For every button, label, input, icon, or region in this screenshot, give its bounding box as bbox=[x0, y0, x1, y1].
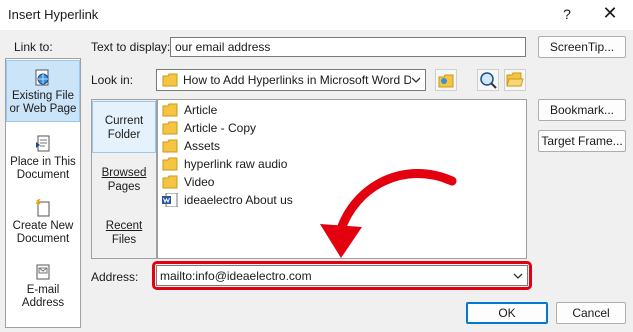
tab-recent-files[interactable]: Recent Files bbox=[92, 219, 156, 249]
text-to-display-label: Text to display: bbox=[91, 40, 171, 54]
file-name: Assets bbox=[184, 139, 221, 153]
help-button[interactable]: ? bbox=[552, 2, 582, 26]
tab-label-line1: Current bbox=[104, 115, 144, 127]
email-icon bbox=[36, 264, 50, 280]
close-button[interactable]: ✕ bbox=[595, 2, 625, 26]
link-to-item-line2: Address bbox=[21, 297, 65, 309]
folder-icon bbox=[162, 121, 178, 135]
look-in-label: Look in: bbox=[91, 73, 134, 87]
link-to-item-line1: Create New bbox=[12, 220, 74, 232]
dialog-title: Insert Hyperlink bbox=[8, 7, 99, 22]
new-document-icon bbox=[36, 199, 50, 217]
tab-label-line2: Files bbox=[111, 234, 137, 246]
link-to-panel: Existing File or Web Page Place in This … bbox=[5, 58, 81, 328]
folder-icon bbox=[162, 73, 178, 87]
file-name: Video bbox=[184, 175, 215, 189]
folder-icon bbox=[162, 157, 178, 171]
link-to-existing-file[interactable]: Existing File or Web Page bbox=[6, 60, 80, 122]
link-to-item-line2: or Web Page bbox=[9, 103, 77, 115]
link-to-item-line1: Place in This bbox=[10, 156, 76, 168]
link-to-item-line2: Document bbox=[16, 233, 70, 245]
look-in-value: How to Add Hyperlinks in Microsoft Word … bbox=[183, 73, 411, 87]
folder-icon bbox=[162, 139, 178, 153]
browse-web-button[interactable] bbox=[435, 69, 457, 91]
tab-label-line1: Browsed bbox=[101, 167, 147, 179]
link-to-item-line2: Document bbox=[16, 169, 70, 181]
link-to-item-line1: E-mail bbox=[26, 284, 60, 296]
file-name: Article bbox=[184, 103, 218, 117]
look-in-dropdown[interactable]: How to Add Hyperlinks in Microsoft Word … bbox=[156, 69, 426, 91]
bookmark-button[interactable]: Bookmark... bbox=[538, 99, 626, 121]
file-list[interactable]: Article Article - Copy Assets hyperlink … bbox=[157, 99, 527, 259]
word-document-icon bbox=[162, 193, 178, 207]
cancel-button[interactable]: Cancel bbox=[556, 302, 626, 324]
address-highlight-box bbox=[152, 261, 532, 290]
globe-page-icon bbox=[35, 69, 49, 86]
link-to-create-new-document[interactable]: Create New Document bbox=[6, 199, 80, 255]
search-globe-icon bbox=[480, 72, 497, 89]
tab-label-line1: Recent bbox=[105, 220, 143, 232]
open-folder-icon bbox=[506, 72, 524, 87]
chevron-down-icon bbox=[411, 77, 421, 83]
web-folder-icon bbox=[438, 74, 454, 88]
document-place-icon bbox=[36, 135, 50, 152]
folder-icon bbox=[162, 175, 178, 189]
browse-tabs: Current Folder Browsed Pages Recent File… bbox=[91, 99, 157, 259]
link-to-label: Link to: bbox=[14, 40, 53, 54]
tab-current-folder[interactable]: Current Folder bbox=[92, 101, 156, 153]
address-label: Address: bbox=[91, 270, 139, 284]
file-name: ideaelectro About us bbox=[184, 193, 293, 207]
link-to-item-line1: Existing File bbox=[12, 90, 74, 102]
ok-button[interactable]: OK bbox=[466, 302, 548, 324]
insert-hyperlink-dialog: Insert Hyperlink ? ✕ Link to: Existing F… bbox=[0, 0, 633, 332]
browse-the-web-button[interactable] bbox=[477, 69, 499, 91]
title-bar: Insert Hyperlink ? ✕ bbox=[0, 0, 633, 30]
screentip-button[interactable]: ScreenTip... bbox=[538, 36, 626, 58]
browse-for-file-button[interactable] bbox=[504, 69, 526, 91]
file-name: hyperlink raw audio bbox=[184, 157, 288, 171]
link-to-place-in-document[interactable]: Place in This Document bbox=[6, 135, 80, 191]
tab-label-line2: Folder bbox=[107, 129, 141, 141]
target-frame-button[interactable]: Target Frame... bbox=[538, 130, 626, 152]
file-name: Article - Copy bbox=[184, 121, 257, 135]
link-to-email-address[interactable]: E-mail Address bbox=[6, 263, 80, 319]
folder-icon bbox=[162, 103, 178, 117]
text-to-display-input[interactable]: our email address bbox=[170, 37, 526, 57]
tab-label-line2: Pages bbox=[107, 181, 141, 193]
tab-browsed-pages[interactable]: Browsed Pages bbox=[92, 166, 156, 196]
